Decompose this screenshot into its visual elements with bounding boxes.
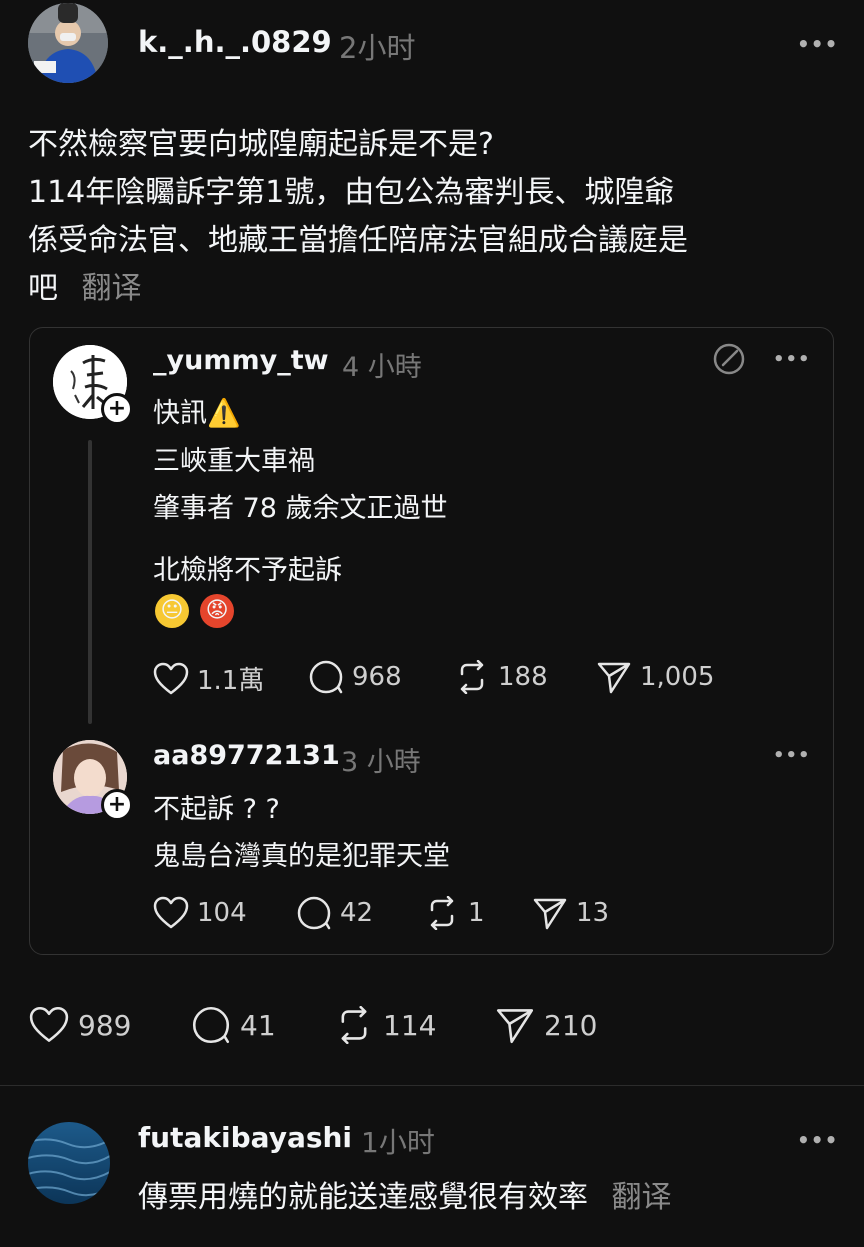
avatar-image xyxy=(28,3,108,83)
comment-avatar[interactable] xyxy=(28,1122,110,1204)
post-text-line-2: 114年陰矚訴字第1號，由包公為審判長、城隍爺 xyxy=(28,175,675,210)
heart-icon xyxy=(153,662,189,694)
post-share-count: 210 xyxy=(544,1008,598,1042)
reply-more-button[interactable]: ••• xyxy=(773,745,811,766)
post-time: 2小时 xyxy=(339,31,416,65)
ocean-avatar-image xyxy=(28,1122,110,1204)
send-icon xyxy=(496,1009,534,1044)
quoted-share-count: 1,005 xyxy=(640,662,715,692)
send-icon xyxy=(597,662,631,694)
post-username[interactable]: k._.h._.0829 xyxy=(138,25,332,59)
quoted-text-line-1: 快訊⚠️ xyxy=(153,398,241,429)
post-comment-count: 41 xyxy=(240,1008,276,1042)
reply-share-button[interactable]: 13 xyxy=(532,896,609,930)
quoted-username[interactable]: _yummy_tw xyxy=(153,345,329,376)
reply-like-count: 104 xyxy=(197,898,247,928)
comment-username[interactable]: futakibayashi xyxy=(138,1121,352,1154)
reply-repost-button[interactable]: 1 xyxy=(424,896,485,930)
reply-share-count: 13 xyxy=(576,898,610,928)
repost-icon xyxy=(430,896,454,930)
quoted-follow-button[interactable]: + xyxy=(101,393,133,425)
comment-text: 傳票用燒的就能送達感覺很有效率 翻译 xyxy=(138,1172,672,1216)
comment-icon xyxy=(309,660,343,694)
repost-icon xyxy=(341,1006,367,1044)
post-more-button[interactable]: ••• xyxy=(797,32,838,56)
post-avatar[interactable] xyxy=(28,3,108,83)
reply-username[interactable]: aa89772131 xyxy=(153,740,340,771)
post-like-button[interactable]: 989 xyxy=(28,1006,131,1044)
reply-time: 3 小時 xyxy=(341,747,421,778)
quoted-like-button[interactable]: 1.1萬 xyxy=(153,660,264,697)
reply-text-line-2: 鬼島台灣真的是犯罪天堂 xyxy=(153,841,450,872)
quoted-like-count: 1.1萬 xyxy=(197,666,265,696)
post-divider xyxy=(0,1085,864,1086)
thread-line xyxy=(88,440,92,724)
edit-icon[interactable] xyxy=(712,342,746,380)
quoted-more-button[interactable]: ••• xyxy=(773,349,811,370)
post-text-line-1: 不然檢察官要向城隍廟起訴是不是? xyxy=(28,127,494,162)
post-translate-link[interactable]: 翻译 xyxy=(82,271,142,306)
quoted-text-line-4: 北檢將不予起訴 xyxy=(153,555,342,586)
comment-text-content: 傳票用燒的就能送達感覺很有效率 xyxy=(138,1180,588,1215)
post-comment-button[interactable]: 41 xyxy=(190,1006,276,1044)
heart-icon xyxy=(29,1006,69,1042)
quoted-share-button[interactable]: 1,005 xyxy=(596,660,714,694)
angry-face-emoji: 😡 xyxy=(200,594,235,628)
quoted-time: 4 小時 xyxy=(342,352,422,383)
comment-time: 1小时 xyxy=(361,1126,435,1159)
reply-comment-button[interactable]: 42 xyxy=(296,896,373,930)
post-text-line-4-text: 吧 xyxy=(28,271,58,306)
quoted-emoji-row: 😐 😡 xyxy=(155,594,240,628)
comment-translate-link[interactable]: 翻译 xyxy=(612,1180,672,1215)
comment-more-button[interactable]: ••• xyxy=(797,1128,838,1152)
reply-repost-count: 1 xyxy=(468,898,485,928)
quoted-comment-button[interactable]: 968 xyxy=(308,660,402,694)
send-icon xyxy=(533,898,567,930)
comment-icon xyxy=(297,896,331,930)
heart-icon xyxy=(153,896,189,929)
reply-like-button[interactable]: 104 xyxy=(153,896,247,930)
quoted-repost-count: 188 xyxy=(498,662,548,692)
post-repost-button[interactable]: 114 xyxy=(333,1006,436,1044)
quoted-text-line-2: 三峽重大車禍 xyxy=(153,446,315,477)
comment-icon xyxy=(192,1006,230,1044)
post-like-count: 989 xyxy=(78,1008,132,1042)
reply-follow-button[interactable]: + xyxy=(101,789,133,821)
quoted-text-line-3: 肇事者 78 歲余文正過世 xyxy=(153,493,448,524)
quoted-comment-count: 968 xyxy=(352,662,402,692)
post-repost-count: 114 xyxy=(383,1008,437,1042)
quoted-repost-button[interactable]: 188 xyxy=(454,660,548,694)
post-share-button[interactable]: 210 xyxy=(494,1006,597,1044)
repost-icon xyxy=(460,660,484,694)
reply-comment-count: 42 xyxy=(340,898,374,928)
reply-text-line-1: 不起訴 ? ? xyxy=(153,794,280,825)
post-text-line-3: 係受命法官、地藏王當擔任陪席法官組成合議庭是 xyxy=(28,223,688,258)
post-text-line-4: 吧 翻译 xyxy=(28,263,142,307)
neutral-face-emoji: 😐 xyxy=(155,594,189,628)
